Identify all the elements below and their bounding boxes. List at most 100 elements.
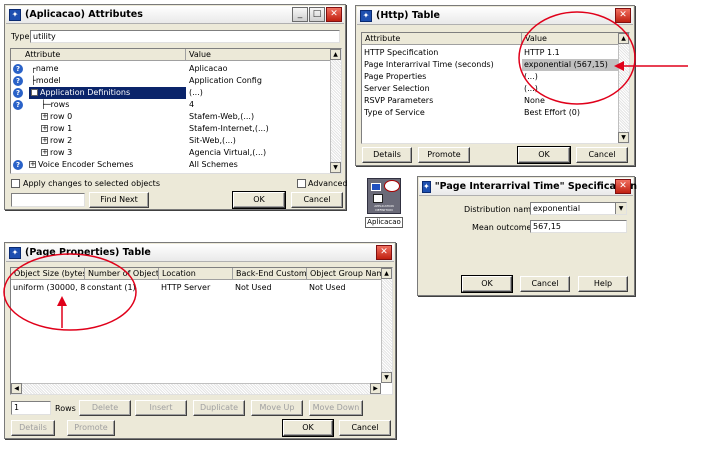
http-titlebar[interactable]: ✦ (Http) Table ✕ xyxy=(357,7,633,25)
cell-object-size: uniform (30000, 80... xyxy=(13,283,85,292)
apply-checkbox[interactable] xyxy=(11,179,20,188)
expand-icon[interactable]: + xyxy=(41,149,48,156)
col-header-value[interactable]: Value xyxy=(186,49,332,61)
scroll-arrow-icon[interactable]: ◀ xyxy=(11,383,22,394)
scroll-arrow-icon[interactable]: ▼ xyxy=(330,162,341,173)
table-row[interactable]: Page Properties (...) xyxy=(362,71,629,83)
table-row[interactable]: Type of Service Best Effort (0) xyxy=(362,107,629,119)
table-row[interactable]: ? ├─rows 4 xyxy=(11,99,341,111)
expand-icon[interactable]: + xyxy=(41,125,48,132)
col-header-backend[interactable]: Back-End Custom ... xyxy=(233,268,307,280)
type-field[interactable]: utility xyxy=(30,30,340,43)
attr-value: Best Effort (0) xyxy=(524,108,581,117)
table-row[interactable]: uniform (30000, 80... constant (1) HTTP … xyxy=(11,282,392,294)
col-header-object-size[interactable]: Object Size (bytes) xyxy=(11,268,85,280)
cell-group-name: Not Used xyxy=(309,283,346,292)
details-button[interactable]: Details xyxy=(362,147,412,163)
promote-button[interactable]: Promote xyxy=(418,147,470,163)
attributes-titlebar[interactable]: ✦ (Aplicacao) Attributes _ □ ✕ xyxy=(6,6,344,24)
rows-count-input[interactable]: 1 xyxy=(11,401,51,415)
http-scrollbar[interactable]: ▲ ▼ xyxy=(618,33,629,143)
ok-button[interactable]: OK xyxy=(232,191,286,209)
table-row[interactable]: ? − Application Definitions (...) xyxy=(11,87,341,99)
promote-button[interactable]: Promote xyxy=(67,420,115,436)
collapse-icon[interactable]: − xyxy=(31,89,38,96)
distribution-select[interactable]: exponential ▼ xyxy=(530,202,627,215)
ok-button[interactable]: OK xyxy=(282,419,334,437)
close-icon[interactable]: ✕ xyxy=(376,245,392,260)
expand-icon[interactable]: + xyxy=(41,113,48,120)
col-header-location[interactable]: Location xyxy=(159,268,233,280)
application-node-icon[interactable]: APPLICATION DEFINITION Aplicacao xyxy=(365,178,403,228)
help-icon[interactable]: ? xyxy=(13,160,23,170)
close-icon[interactable]: ✕ xyxy=(615,179,631,194)
minimize-icon[interactable]: _ xyxy=(292,7,308,22)
table-row[interactable]: ? ├model Application Config xyxy=(11,75,341,87)
duplicate-button[interactable]: Duplicate xyxy=(193,400,245,416)
help-icon[interactable]: ? xyxy=(13,100,23,110)
table-row[interactable]: HTTP Specification HTTP 1.1 xyxy=(362,47,629,59)
http-table: Attribute Value HTTP Specification HTTP … xyxy=(361,32,630,144)
attr-value: (...) xyxy=(524,72,538,81)
close-icon[interactable]: ✕ xyxy=(326,7,342,22)
distribution-value: exponential xyxy=(533,204,581,213)
find-input[interactable] xyxy=(11,193,85,207)
page-vscrollbar[interactable]: ▲ ▼ xyxy=(381,268,392,383)
help-icon[interactable]: ? xyxy=(13,76,23,86)
page-hscrollbar[interactable]: ◀ ▶ xyxy=(11,383,381,394)
cancel-button[interactable]: Cancel xyxy=(520,276,570,292)
scroll-arrow-icon[interactable]: ▼ xyxy=(618,132,629,143)
dropdown-arrow-icon[interactable]: ▼ xyxy=(615,203,626,214)
ok-button[interactable]: OK xyxy=(461,275,513,293)
table-row[interactable]: RSVP Parameters None xyxy=(362,95,629,107)
move-up-button[interactable]: Move Up xyxy=(251,400,303,416)
attr-name: row 2 xyxy=(50,136,73,145)
move-down-button[interactable]: Move Down xyxy=(309,400,363,416)
help-button[interactable]: Help xyxy=(578,276,628,292)
advanced-checkbox[interactable] xyxy=(297,179,306,188)
page-table: Object Size (bytes) Number of Objects...… xyxy=(10,267,393,395)
expand-icon[interactable]: + xyxy=(29,161,36,168)
col-header-number-objects[interactable]: Number of Objects... xyxy=(85,268,159,280)
help-icon[interactable]: ? xyxy=(13,64,23,74)
http-table-window: ✦ (Http) Table ✕ Attribute Value HTTP Sp… xyxy=(355,5,635,166)
table-row[interactable]: + row 1 Stafem-Internet,(...) xyxy=(11,123,341,135)
cancel-button[interactable]: Cancel xyxy=(339,420,391,436)
cancel-button[interactable]: Cancel xyxy=(291,192,343,208)
mean-input[interactable]: 567,15 xyxy=(530,220,627,233)
attr-name: row 3 xyxy=(50,148,73,157)
col-header-attribute[interactable]: Attribute xyxy=(362,33,522,45)
maximize-icon[interactable]: □ xyxy=(309,7,325,22)
table-row[interactable]: Page Interarrival Time (seconds) exponen… xyxy=(362,59,629,71)
table-row[interactable]: ? + Voice Encoder Schemes All Schemes xyxy=(11,159,341,171)
help-icon[interactable]: ? xyxy=(13,88,23,98)
scroll-arrow-icon[interactable]: ▲ xyxy=(381,268,392,279)
scroll-arrow-icon[interactable]: ▲ xyxy=(618,33,629,44)
col-header-attribute[interactable]: Attribute xyxy=(11,49,186,61)
attr-name: Application Definitions xyxy=(40,88,131,97)
scroll-arrow-icon[interactable]: ▶ xyxy=(370,383,381,394)
table-row[interactable]: Server Selection (...) xyxy=(362,83,629,95)
spec-titlebar[interactable]: ✦ "Page Interarrival Time" Specification… xyxy=(419,178,637,196)
table-row[interactable]: + row 0 Stafem-Web,(...) xyxy=(11,111,341,123)
find-next-button[interactable]: Find Next xyxy=(89,192,149,208)
page-titlebar[interactable]: ✦ (Page Properties) Table ✕ xyxy=(6,244,394,262)
expand-icon[interactable]: + xyxy=(41,137,48,144)
scroll-arrow-icon[interactable]: ▼ xyxy=(381,372,392,383)
scroll-arrow-icon[interactable]: ▲ xyxy=(330,49,341,60)
close-icon[interactable]: ✕ xyxy=(615,8,631,23)
details-button[interactable]: Details xyxy=(11,420,55,436)
attr-value: (...) xyxy=(524,84,538,93)
table-row[interactable]: + row 2 Sit-Web,(...) xyxy=(11,135,341,147)
col-header-group-name[interactable]: Object Group Name xyxy=(307,268,383,280)
insert-button[interactable]: Insert xyxy=(135,400,187,416)
table-row[interactable]: + row 3 Agencia Virtual,(...) xyxy=(11,147,341,159)
ok-button[interactable]: OK xyxy=(517,146,571,164)
table-row[interactable]: ? ┌name Aplicacao xyxy=(11,63,341,75)
apply-label: Apply changes to selected objects xyxy=(23,179,160,188)
attributes-scrollbar[interactable]: ▲ ▼ xyxy=(330,49,341,173)
delete-button[interactable]: Delete xyxy=(79,400,131,416)
cancel-button[interactable]: Cancel xyxy=(576,147,628,163)
attr-name: Voice Encoder Schemes xyxy=(38,160,134,169)
col-header-value[interactable]: Value xyxy=(522,33,620,45)
